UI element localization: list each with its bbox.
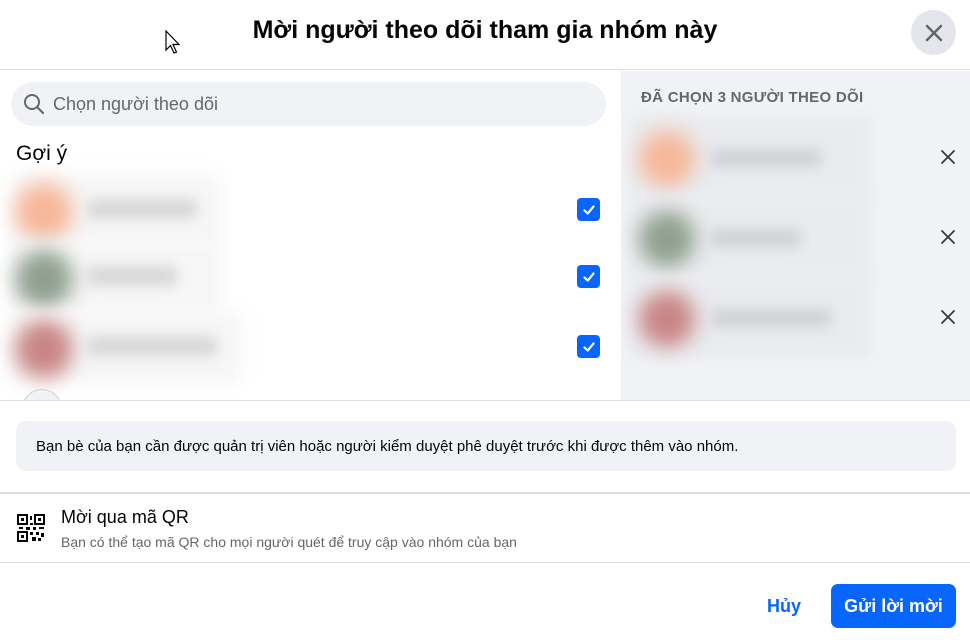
remove-button[interactable] — [936, 305, 960, 329]
search-input[interactable] — [53, 93, 573, 115]
search-icon — [24, 94, 45, 115]
send-invite-button[interactable]: Gửi lời mời — [831, 584, 956, 628]
selected-heading: ĐÃ CHỌN 3 NGƯỜI THEO DÕI — [641, 89, 864, 106]
blurred-name — [711, 149, 821, 167]
suggestion-row[interactable] — [11, 312, 611, 382]
remove-button[interactable] — [936, 145, 960, 169]
close-icon — [941, 150, 955, 164]
remove-button[interactable] — [936, 225, 960, 249]
divider — [0, 562, 970, 563]
selected-pane: ĐÃ CHỌN 3 NGƯỜI THEO DÕI — [621, 71, 970, 400]
qr-subtitle: Bạn có thể tạo mã QR cho mọi người quét … — [61, 534, 517, 550]
avatar — [639, 211, 695, 267]
selected-checkbox[interactable] — [577, 265, 600, 288]
blurred-name — [711, 309, 831, 327]
invite-via-qr[interactable]: Mời qua mã QR Bạn có thể tạo mã QR cho m… — [0, 494, 970, 562]
search-box[interactable] — [11, 82, 606, 126]
avatar — [639, 291, 695, 347]
checkmark-icon — [582, 204, 595, 215]
cancel-button[interactable]: Hủy — [750, 584, 818, 628]
selected-row — [631, 117, 966, 197]
suggestion-row[interactable] — [11, 175, 611, 245]
checkmark-icon — [582, 341, 595, 352]
dialog-header: Mời người theo dõi tham gia nhóm này — [0, 0, 970, 70]
mouse-cursor-icon — [165, 30, 181, 54]
suggestions-pane: Gợi ý — [0, 71, 621, 400]
blurred-name — [87, 336, 217, 356]
selected-checkbox[interactable] — [577, 335, 600, 358]
avatar — [15, 183, 73, 241]
qr-code-icon — [17, 514, 45, 542]
blurred-name — [87, 266, 177, 286]
blurred-name — [87, 199, 197, 219]
qr-title: Mời qua mã QR — [61, 507, 189, 527]
selected-checkbox[interactable] — [577, 198, 600, 221]
approval-notice: Bạn bè của bạn cần được quản trị viên ho… — [16, 421, 956, 471]
selected-row — [631, 277, 966, 357]
suggestion-row[interactable] — [11, 242, 611, 312]
divider — [0, 400, 970, 401]
close-button[interactable] — [911, 10, 956, 55]
avatar — [639, 131, 695, 187]
close-icon — [941, 310, 955, 324]
dialog-title: Mời người theo dõi tham gia nhóm này — [252, 16, 718, 44]
next-avatar-partial — [22, 389, 62, 400]
close-icon — [925, 24, 942, 41]
selected-row — [631, 197, 966, 277]
suggestions-heading: Gợi ý — [16, 142, 68, 165]
blurred-name — [711, 229, 801, 247]
avatar — [15, 320, 73, 378]
close-icon — [941, 230, 955, 244]
checkmark-icon — [582, 271, 595, 282]
avatar — [15, 250, 73, 308]
